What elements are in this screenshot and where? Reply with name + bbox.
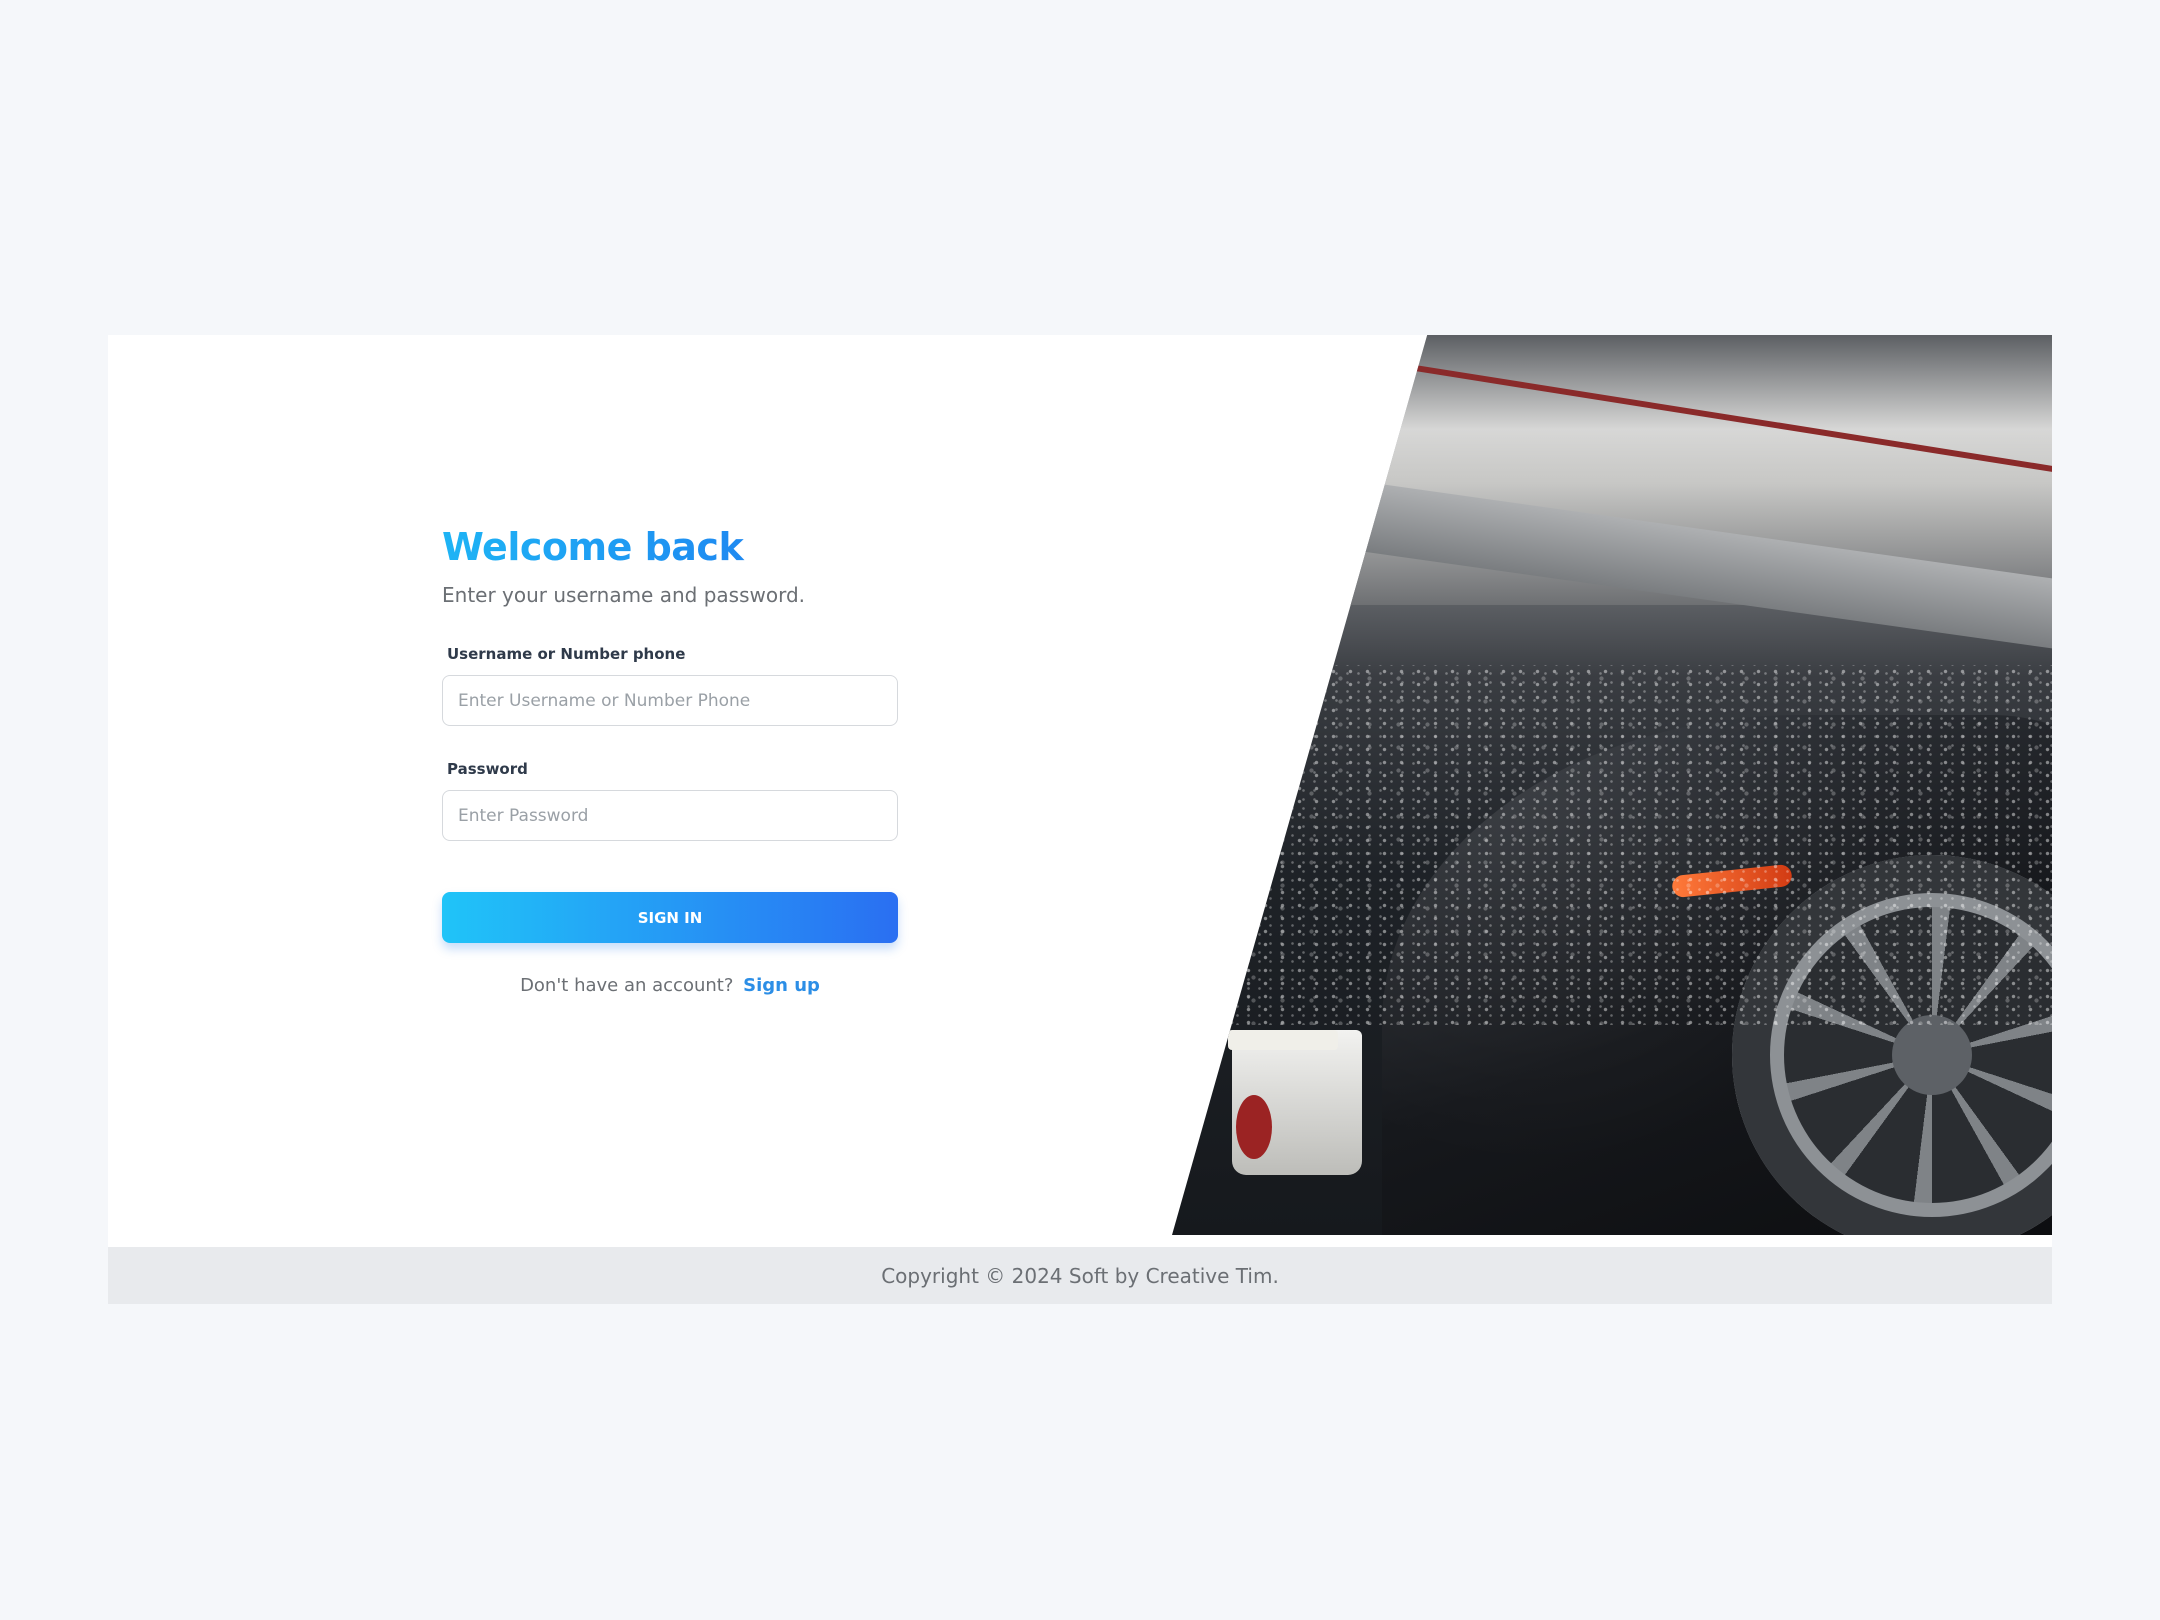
login-form: Welcome back Enter your username and pas… xyxy=(442,525,898,996)
page-title: Welcome back xyxy=(442,525,898,569)
signup-prompt: Don't have an account? xyxy=(520,975,734,996)
username-label: Username or Number phone xyxy=(447,645,686,663)
login-card: Welcome back Enter your username and pas… xyxy=(108,335,2052,1247)
footer-copyright: Copyright © 2024 Soft by Creative Tim. xyxy=(881,1263,1279,1288)
sign-up-link[interactable]: Sign up xyxy=(743,975,820,996)
password-input[interactable] xyxy=(442,790,898,841)
hero-water-spray xyxy=(1172,665,2052,1025)
hero-image xyxy=(1172,335,2052,1235)
page-subtitle: Enter your username and password. xyxy=(442,583,806,607)
signup-row: Don't have an account? Sign up xyxy=(442,975,898,996)
sign-in-button[interactable]: SIGN IN xyxy=(442,892,898,943)
username-input[interactable] xyxy=(442,675,898,726)
password-label: Password xyxy=(447,760,528,778)
footer: Copyright © 2024 Soft by Creative Tim. xyxy=(108,1247,2052,1304)
hero-cloth xyxy=(1236,1095,1272,1159)
